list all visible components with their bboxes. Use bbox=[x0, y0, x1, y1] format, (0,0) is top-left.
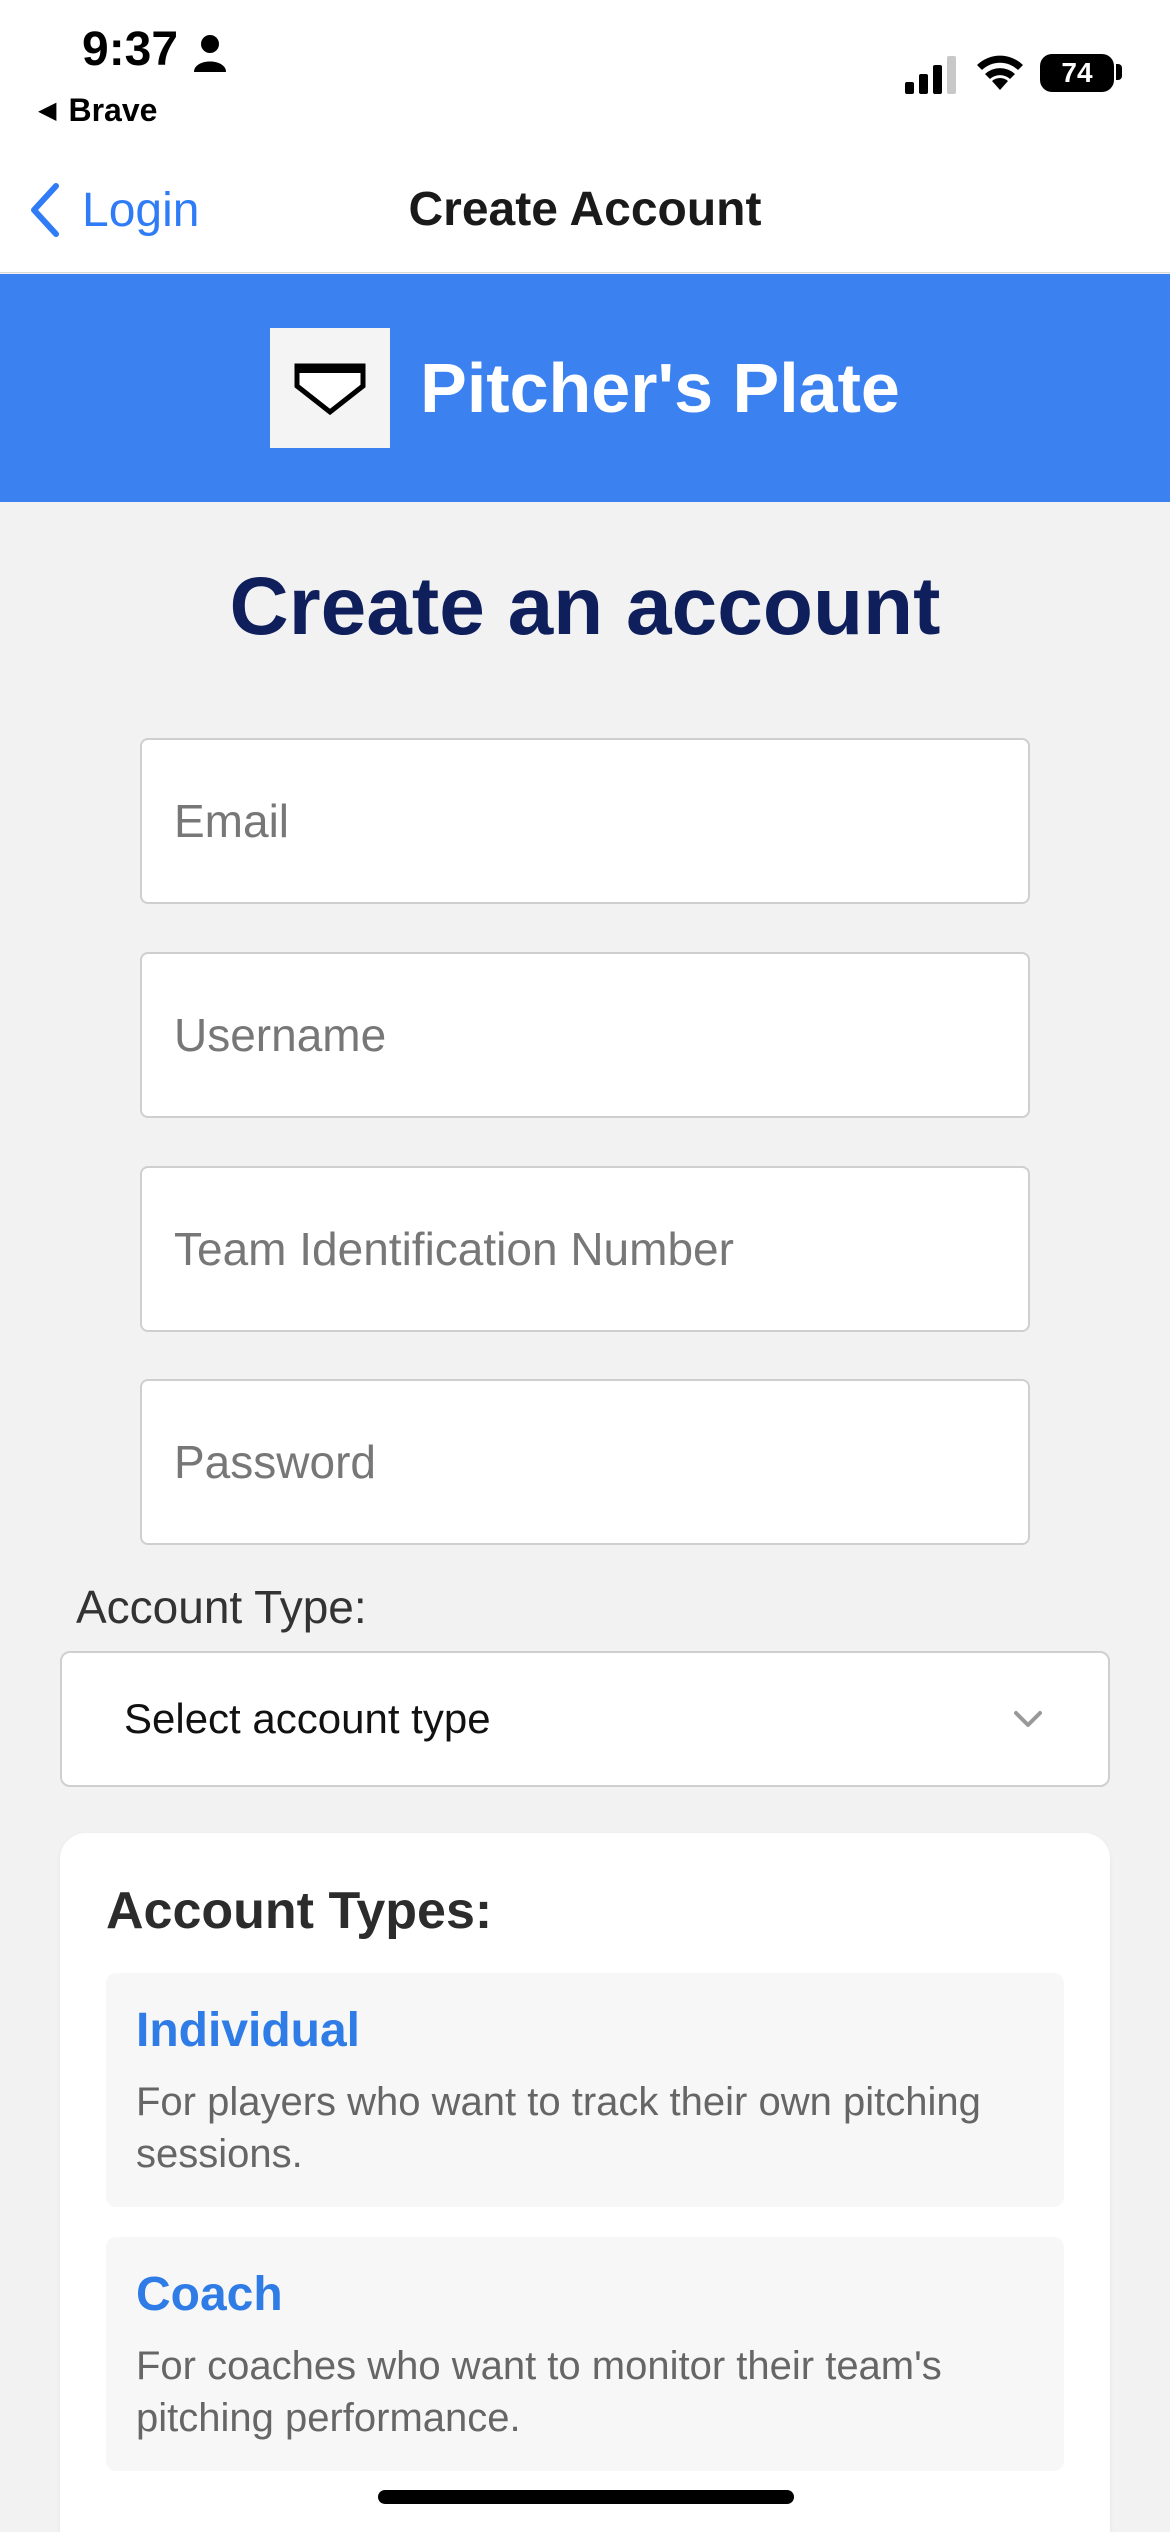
form-heading: Create an account bbox=[229, 561, 941, 652]
account-type-individual: Individual For players who want to track… bbox=[106, 1973, 1064, 2207]
account-types-title: Account Types: bbox=[106, 1882, 493, 1940]
team-id-input[interactable] bbox=[140, 1166, 1030, 1332]
account-type-name: Individual bbox=[136, 2004, 361, 2057]
cellular-signal-icon bbox=[905, 56, 956, 94]
person-icon bbox=[194, 35, 226, 72]
account-types-card: Account Types: Individual For players wh… bbox=[60, 1833, 1110, 2532]
account-type-description: For players who want to track their own … bbox=[136, 2080, 981, 2176]
email-input[interactable] bbox=[140, 738, 1030, 904]
navigation-bar: Create Account Login bbox=[0, 150, 1170, 273]
home-plate-icon bbox=[294, 363, 366, 416]
account-type-label: Account Type: bbox=[76, 1581, 367, 1633]
home-plate-logo bbox=[270, 328, 391, 448]
account-type-coach: Coach For coaches who want to monitor th… bbox=[106, 2237, 1064, 2471]
status-time: 9:37 bbox=[82, 23, 179, 76]
home-indicator[interactable] bbox=[378, 2490, 794, 2504]
back-button[interactable]: Login bbox=[24, 180, 199, 240]
account-type-description: For coaches who want to monitor their te… bbox=[136, 2344, 942, 2440]
back-button-label: Login bbox=[82, 183, 200, 237]
status-bar: 9:37 ◀ Brave 74 bbox=[0, 0, 1170, 150]
chevron-down-icon bbox=[1014, 1711, 1042, 1727]
account-type-name: Coach bbox=[136, 2268, 283, 2321]
battery-nub bbox=[1116, 64, 1122, 80]
chevron-left-icon bbox=[31, 183, 59, 237]
account-type-select-value: Select account type bbox=[124, 1695, 491, 1742]
back-to-app-link[interactable]: ◀ Brave bbox=[38, 92, 157, 129]
account-type-select[interactable]: Select account type bbox=[60, 1651, 1110, 1787]
wifi-icon bbox=[977, 55, 1023, 90]
create-account-screen: 9:37 ◀ Brave 74 Create Account Login Pit… bbox=[0, 0, 1170, 2532]
battery-indicator: 74 bbox=[1040, 54, 1114, 92]
password-input[interactable] bbox=[140, 1379, 1030, 1545]
brand-name: Pitcher's Plate bbox=[420, 349, 900, 427]
username-input[interactable] bbox=[140, 952, 1030, 1118]
back-triangle-icon: ◀ bbox=[38, 97, 57, 124]
app-header-banner: Pitcher's Plate bbox=[0, 274, 1170, 502]
back-app-label: Brave bbox=[68, 92, 158, 128]
